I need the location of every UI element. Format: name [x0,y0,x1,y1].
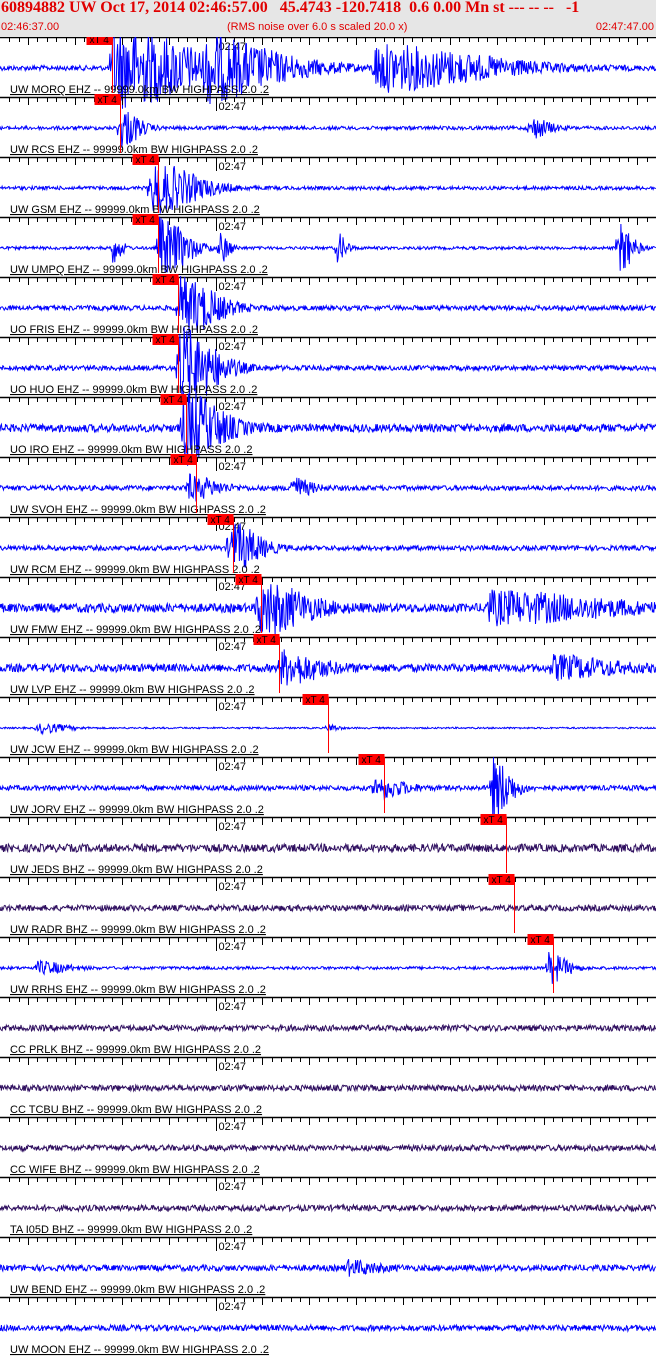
waveform-prlk [0,1023,656,1033]
trace-label: TA I05D BHZ -- 99999.0km BW HIGHPASS 2.0… [10,1224,252,1236]
waveform-bend [0,1258,656,1277]
minute-tick-label: 02:47 [219,1001,247,1013]
trace-label: UW MOON EHZ -- 99999.0km BW HIGHPASS 2.0… [10,1344,269,1356]
trace-panel: 02:47UW RCS EHZ -- 99999.0km BW HIGHPASS… [0,94,656,156]
pick-label: xT 4 [531,935,551,946]
minute-tick-label: 02:47 [219,1301,247,1313]
pick-label: xT 4 [174,455,194,466]
trace-panel: 02:47 UW RRHS EHZ -- 99999.0km BW HIGHPAS… [0,934,656,996]
minute-tick-label: 02:47 [219,881,247,893]
waveform-jeds [0,842,656,854]
trace-label: UW JEDS BHZ -- 99999.0km BW HIGHPASS 2.0… [10,864,263,876]
trace-panel: 02:47 UO IRO EHZ -- 99999.0km BW HIGHPASS… [0,391,656,466]
trace-panel: 02:47 TA I05D BHZ -- 99999.0km BW HIGHPAS… [0,1176,656,1236]
waveform-tcbu [0,1083,656,1093]
waveform-lvp [0,649,656,686]
event-header: 60894882 UW Oct 17, 2014 02:46:57.00 45.… [0,0,656,37]
minute-tick-label: 02:47 [219,941,247,953]
trace-panel: 02:47 CC TCBU BHZ -- 99999.0km BW HIGHPAS… [0,1056,656,1116]
pick-label: xT 4 [90,37,110,46]
minute-tick-label: 02:47 [219,1061,247,1073]
start-time: 02:46:37.00 [1,21,60,33]
pick-label: xT 4 [156,275,176,286]
trace-panel: 02:47 UW LVP EHZ -- 99999.0km BW HIGHPASS… [0,634,656,696]
trace-panel: 02:47 UW MOON EHZ -- 99999.0km BW HIGHPAS… [0,1296,656,1356]
minute-tick-label: 02:47 [219,1121,247,1133]
trace-label: UW RCM EHZ -- 99999.0km BW HIGHPASS 2.0 … [10,564,260,576]
trace-panel: 02:47UW RCM EHZ -- 99999.0km BW HIGHPASS… [0,514,656,576]
waveform-wife [0,1143,656,1153]
trace-panel: 02:47 UW BEND EHZ -- 99999.0km BW HIGHPAS… [0,1236,656,1296]
trace-panel: 02:47 UW UMPQ EHZ -- 99999.0km BW HIGHPAS… [0,214,656,276]
pick-label: xT 4 [492,875,512,886]
minute-tick-label: 02:47 [219,701,247,713]
waveform-radr [0,903,656,913]
trace-panel: 02:47 UW RADR BHZ -- 99999.0km BW HIGHPAS… [0,874,656,936]
trace-panel: 02:47 UW JORV EHZ -- 99999.0km BW HIGHPAS… [0,754,656,821]
pick-label: xT 4 [98,95,118,106]
pick-label: xT 4 [211,515,231,526]
pick-label: xT 4 [156,335,176,346]
seismogram-plot: 02:47 UW MORQ EHZ -- 99999.0km BW HIGHPAS… [0,37,656,1356]
trace-label: UW RADR BHZ -- 99999.0km BW HIGHPASS 2.0… [10,924,266,936]
minute-tick-label: 02:47 [219,101,247,113]
trace-panel: 02:47UW GSM EHZ -- 99999.0km BW HIGHPASS… [0,154,656,216]
trace-label: UW LVP EHZ -- 99999.0km BW HIGHPASS 2.0 … [10,684,255,696]
minute-tick-label: 02:47 [219,1181,247,1193]
minute-tick-label: 02:47 [219,461,247,473]
minute-tick-label: 02:47 [219,281,247,293]
trace-label: UW FMW EHZ -- 99999.0km BW HIGHPASS 2.0 … [10,624,261,636]
pick-label: xT 4 [164,395,184,406]
pick-label: xT 4 [257,635,277,646]
trace-panel: 02:47 CC WIFE BHZ -- 99999.0km BW HIGHPAS… [0,1116,656,1176]
waveform-rrhs [0,951,656,984]
waveform-rcm [0,523,656,568]
event-title: 60894882 UW Oct 17, 2014 02:46:57.00 45.… [1,0,580,16]
trace-label: UO IRO EHZ -- 99999.0km BW HIGHPASS 2.0 … [10,444,252,456]
waveform-moon [0,1323,656,1333]
pick-label: xT 4 [484,815,504,826]
trace-label: CC TCBU BHZ -- 99999.0km BW HIGHPASS 2.0… [10,1104,262,1116]
minute-tick-label: 02:47 [219,1241,247,1253]
pick-label: xT 4 [306,695,326,706]
minute-tick-label: 02:47 [219,341,247,353]
trace-label: UW BEND EHZ -- 99999.0km BW HIGHPASS 2.0… [10,1284,265,1296]
waveform-rcs [0,111,656,148]
trace-label: UO FRIS EHZ -- 99999.0km BW HIGHPASS 2.0… [10,324,258,336]
trace-panel: 02:47 UO HUO EHZ -- 99999.0km BW HIGHPASS… [0,326,656,404]
waveform-svoh [0,473,656,502]
minute-tick-label: 02:47 [219,641,247,653]
pick-label: xT 4 [362,755,382,766]
trace-label: UW RRHS EHZ -- 99999.0km BW HIGHPASS 2.0… [10,984,266,996]
minute-tick-label: 02:47 [219,161,247,173]
pick-label: xT 4 [136,155,156,166]
minute-tick-label: 02:47 [219,401,247,413]
trace-label: UW JCW EHZ -- 99999.0km BW HIGHPASS 2.0 … [10,744,259,756]
trace-label: CC PRLK BHZ -- 99999.0km BW HIGHPASS 2.0… [10,1044,261,1056]
scaling-note: (RMS noise over 6.0 s scaled 20.0 x) [227,21,408,33]
trace-panel: 02:47 CC PRLK BHZ -- 99999.0km BW HIGHPAS… [0,996,656,1056]
trace-label: UW UMPQ EHZ -- 99999.0km BW HIGHPASS 2.0… [10,264,268,276]
trace-panel: 02:47 UW JEDS BHZ -- 99999.0km BW HIGHPAS… [0,814,656,876]
trace-label: UW MORQ EHZ -- 99999.0km BW HIGHPASS 2.0… [10,84,269,96]
trace-label: UO HUO EHZ -- 99999.0km BW HIGHPASS 2.0 … [10,384,257,396]
trace-panel: 02:47UW FMW EHZ -- 99999.0km BW HIGHPASS… [0,574,656,636]
pick-label: xT 4 [136,215,156,226]
trace-panel: 02:47 UW JCW EHZ -- 99999.0km BW HIGHPASS… [0,694,656,756]
minute-tick-label: 02:47 [219,761,247,773]
end-time: 02:47:47.00 [595,21,654,33]
minute-tick-label: 02:47 [219,221,247,233]
waveform-i05d [0,1203,656,1213]
waveform-jcw [0,722,656,736]
minute-tick-label: 02:47 [219,821,247,833]
trace-panel: 02:47UW SVOH EHZ -- 99999.0km BW HIGHPAS… [0,454,656,516]
trace-label: CC WIFE BHZ -- 99999.0km BW HIGHPASS 2.0… [10,1164,260,1176]
minute-tick-label: 02:47 [219,41,247,53]
pick-label: xT 4 [239,575,259,586]
trace-panel: 02:47 UO FRIS EHZ -- 99999.0km BW HIGHPAS… [0,274,656,337]
trace-label: UW JORV EHZ -- 99999.0km BW HIGHPASS 2.0… [10,804,264,816]
